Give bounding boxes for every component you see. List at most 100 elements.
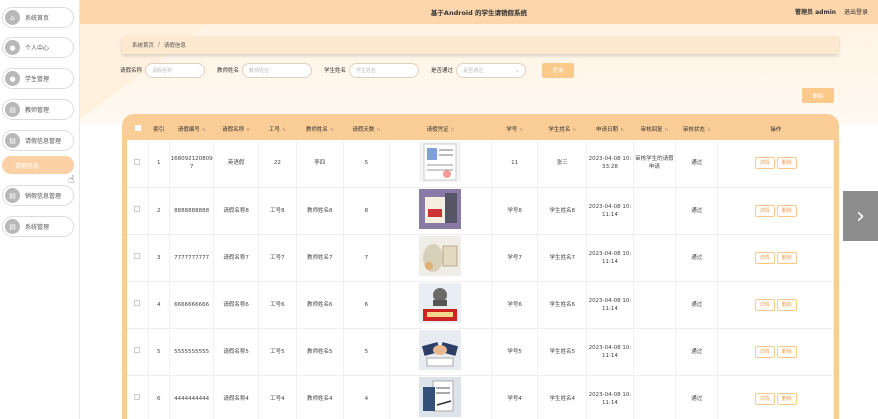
cell-status: 通过 — [675, 328, 719, 375]
proof-thumbnail[interactable] — [419, 330, 462, 370]
search-label-teacher-name: 教师姓名 — [217, 68, 240, 74]
app-title: 基于Android 的学生请销假系统 — [430, 9, 528, 17]
row-checkbox[interactable] — [127, 234, 149, 281]
col-actions: 操作 — [770, 127, 782, 133]
proof-thumbnail[interactable] — [419, 377, 462, 417]
detail-button[interactable]: 详情 — [754, 204, 775, 217]
home-icon: ⌂ — [5, 10, 20, 25]
table-row[interactable]: 5 5555555555 请假名称5 工号5 教师姓名5 5 学号5 学生姓名5 2023-04… — [127, 328, 834, 375]
sort-icon[interactable]: ⇅ — [282, 128, 286, 133]
cell-proof — [389, 140, 492, 187]
teacher-name-input[interactable]: 教师姓名 — [242, 62, 313, 78]
cell-apply-date: 2023-04-08 10:33:28 — [586, 140, 634, 187]
cell-job-no: 工号7 — [258, 234, 297, 281]
sidebar-item-teachers[interactable]: ▤ 教师管理 — [2, 99, 74, 120]
delete-button[interactable]: 删除 — [776, 251, 797, 264]
batch-delete-button[interactable]: 删除 — [802, 88, 834, 103]
approved-select[interactable]: 是否通过 ⌄ — [456, 62, 527, 78]
col-teacher[interactable]: 教师姓名 ⇅ — [296, 118, 343, 140]
cell-proof — [389, 328, 492, 375]
row-checkbox[interactable] — [127, 187, 149, 234]
delete-button[interactable]: 删除 — [776, 204, 797, 217]
delete-button[interactable]: 删除 — [776, 345, 797, 358]
cell-job-no: 工号6 — [258, 281, 297, 328]
sidebar-subitem-leave-info[interactable]: 请假信息 — [2, 156, 74, 174]
cell-apply-date: 2023-04-08 10:11:14 — [586, 187, 634, 234]
proof-thumbnail[interactable] — [419, 236, 462, 276]
sort-icon[interactable]: ⇅ — [665, 128, 669, 133]
cell-days: 5 — [343, 140, 391, 187]
breadcrumb-home[interactable]: 系统首页 — [132, 41, 154, 49]
table-row[interactable]: 6 4444444444 请假名称4 工号4 教师姓名4 4 学号4 学生姓名4 2023-04… — [127, 375, 834, 419]
table-row[interactable]: 4 6666666666 请假名称6 工号6 教师姓名6 6 学号6 学生姓名6 2023-04… — [127, 281, 834, 328]
detail-button[interactable]: 详情 — [754, 251, 775, 264]
delete-button[interactable]: 删除 — [776, 157, 797, 170]
row-checkbox[interactable] — [127, 281, 149, 328]
table-row[interactable]: 1 1680921208097 英语假 22 李四 5 11 张三 2023-04-08 10:… — [127, 140, 834, 187]
proof-thumbnail[interactable] — [419, 141, 462, 182]
row-checkbox[interactable] — [127, 140, 149, 187]
sidebar-item-home[interactable]: ⌂ 系统首页 — [2, 7, 74, 28]
cell-index: 4 — [148, 281, 170, 328]
sort-icon[interactable]: ⇅ — [202, 128, 206, 133]
cell-status: 通过 — [675, 140, 719, 187]
cell-student-id: 11 — [491, 140, 539, 187]
sort-icon[interactable]: ⇅ — [620, 128, 624, 133]
select-all-checkbox[interactable] — [127, 118, 148, 140]
detail-button[interactable]: 详情 — [754, 157, 775, 170]
proof-thumbnail[interactable] — [419, 189, 462, 229]
sidebar-item-leave[interactable]: ▤ 请假信息管理 — [2, 130, 74, 151]
leave-name-input[interactable]: 请假名称 — [145, 62, 206, 78]
sort-icon[interactable]: ⇅ — [572, 128, 576, 133]
sidebar-item-students[interactable]: ● 学生管理 — [2, 68, 74, 89]
col-apply-date[interactable]: 申请日期 ⇅ — [587, 118, 634, 140]
sort-icon[interactable]: ⇅ — [451, 128, 455, 133]
col-leave-name[interactable]: 请假名称 ⇅ — [214, 118, 258, 140]
cell-proof — [389, 281, 492, 328]
col-job-no[interactable]: 工号 ⇅ — [258, 118, 296, 140]
cell-proof — [389, 375, 492, 419]
search-label-leave-name: 请假名称 — [120, 68, 143, 74]
col-days[interactable]: 请假天数 ⇅ — [343, 118, 390, 140]
col-leave-no[interactable]: 请假编号 ⇅ — [169, 118, 213, 140]
col-student-name[interactable]: 学生姓名 ⇅ — [538, 118, 587, 140]
sort-icon[interactable]: ⇅ — [246, 128, 250, 133]
cell-student-id: 学号6 — [491, 281, 539, 328]
search-button[interactable]: 查询 — [542, 62, 575, 78]
table-container: 索引 请假编号 ⇅ 请假名称 ⇅ 工号 ⇅ 教师姓名 ⇅ 请假天数 ⇅ 请假凭证 ⇅ 学号 ⇅… — [122, 114, 839, 419]
row-checkbox[interactable] — [127, 375, 149, 419]
table-row[interactable]: 3 7777777777 请假名称7 工号7 教师姓名7 7 学号7 学生姓名7 2023-04… — [127, 234, 834, 281]
col-proof[interactable]: 请假凭证 ⇅ — [390, 118, 492, 140]
col-student-id[interactable]: 学号 ⇅ — [491, 118, 538, 140]
proof-thumbnail[interactable] — [419, 283, 462, 323]
student-name-input[interactable]: 学生姓名 — [349, 62, 420, 78]
next-arrow-icon[interactable]: › — [843, 191, 878, 241]
table-header-row: 索引 请假编号 ⇅ 请假名称 ⇅ 工号 ⇅ 教师姓名 ⇅ 请假天数 ⇅ 请假凭证 ⇅ 学号 ⇅… — [127, 118, 834, 140]
sort-icon[interactable]: ⇅ — [330, 128, 334, 133]
delete-button[interactable]: 删除 — [776, 392, 797, 405]
col-status[interactable]: 审核状态 ⇅ — [676, 118, 718, 140]
sidebar-item-system[interactable]: ▤ 系统管理 — [2, 216, 74, 237]
delete-button[interactable]: 删除 — [776, 298, 797, 311]
sidebar-item-profile[interactable]: ● 个人中心 — [2, 37, 74, 58]
row-checkbox[interactable] — [127, 328, 149, 375]
sort-icon[interactable]: ⇅ — [707, 128, 711, 133]
detail-button[interactable]: 详情 — [754, 392, 775, 405]
sort-icon[interactable]: ⇅ — [376, 128, 380, 133]
cell-teacher: 教师姓名6 — [296, 281, 344, 328]
cell-leave-no: 6666666666 — [169, 281, 215, 328]
cell-leave-name: 请假名称6 — [213, 281, 259, 328]
col-reply[interactable]: 审核回复 ⇅ — [633, 118, 675, 140]
user-icon: ● — [5, 71, 20, 86]
table-row[interactable]: 2 8888888888 请假名称8 工号8 教师姓名8 8 学号8 学生姓名8 2023-04… — [127, 187, 834, 234]
cell-teacher: 教师姓名8 — [296, 187, 344, 234]
logout-link[interactable]: 退出登录 — [844, 9, 868, 16]
cell-days: 5 — [343, 328, 391, 375]
detail-button[interactable]: 详情 — [754, 345, 775, 358]
detail-button[interactable]: 详情 — [754, 298, 775, 311]
cell-days: 4 — [343, 375, 391, 419]
sort-icon[interactable]: ⇅ — [519, 128, 523, 133]
cell-teacher: 教师姓名5 — [296, 328, 344, 375]
user-label: 管理员 admin — [795, 9, 837, 16]
sidebar-item-return[interactable]: ▤ 销假信息管理 — [2, 185, 74, 206]
